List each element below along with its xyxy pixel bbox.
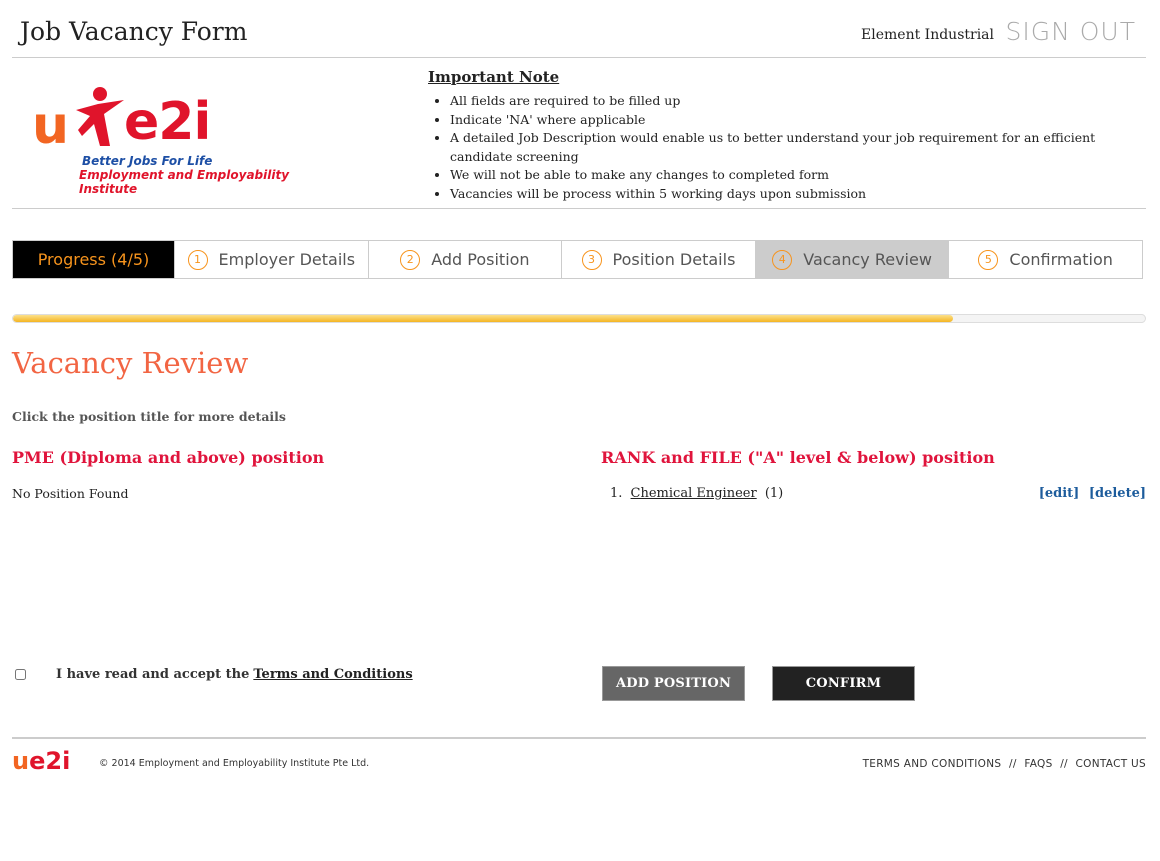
copyright-text: © 2014 Employment and Employability Inst… — [99, 758, 370, 769]
footer-terms-link[interactable]: TERMS AND CONDITIONS — [863, 758, 1002, 770]
note-item: A detailed Job Description would enable … — [450, 129, 1145, 166]
note-item: We will not be able to make any changes … — [450, 166, 1145, 185]
instruction-text: Click the position title for more detail… — [12, 409, 286, 424]
important-note: Important Note All fields are required t… — [425, 68, 1145, 204]
sign-out-link[interactable]: SIGN OUT — [1005, 17, 1136, 46]
progress-label: Progress (4/5) — [13, 241, 174, 278]
add-position-button[interactable]: ADD POSITION — [602, 666, 745, 701]
tab-label: Add Position — [431, 250, 530, 269]
list-item: 1. Chemical Engineer (1) — [610, 486, 783, 501]
terms-checkbox[interactable] — [15, 669, 26, 680]
note-title: Important Note — [428, 68, 560, 86]
page-header: Job Vacancy Form Element Industrial SIGN… — [12, 0, 1146, 58]
footer-contact-link[interactable]: CONTACT US — [1076, 758, 1146, 770]
tab-label: Vacancy Review — [803, 250, 932, 269]
tab-employer-details[interactable]: 1 Employer Details — [174, 241, 368, 278]
pme-empty-text: No Position Found — [12, 486, 129, 501]
tab-label: Employer Details — [218, 250, 356, 269]
pme-section-title: PME (Diploma and above) position — [12, 448, 325, 467]
terms-row: I have read and accept the Terms and Con… — [15, 667, 413, 682]
page-footer: ue2i © 2014 Employment and Employability… — [12, 737, 1146, 787]
section-title: Vacancy Review — [12, 346, 249, 380]
progress-bar — [12, 314, 1146, 323]
delete-link[interactable]: [delete] — [1089, 486, 1146, 501]
rank-section-title: RANK and FILE ("A" level & below) positi… — [601, 448, 995, 467]
step-number-icon: 4 — [772, 249, 793, 270]
progress-bar-fill — [13, 315, 953, 322]
company-name: Element Industrial — [861, 27, 994, 43]
terms-text: I have read and accept the — [56, 667, 250, 682]
footer-faqs-link[interactable]: FAQS — [1024, 758, 1052, 770]
note-list: All fields are required to be filled up … — [425, 92, 1145, 204]
position-count: (1) — [764, 486, 784, 501]
tab-add-position[interactable]: 2 Add Position — [367, 241, 562, 278]
logo-org-name: Employment and Employability Institute — [79, 168, 290, 196]
position-actions: [edit] [delete] — [1034, 486, 1146, 501]
step-number-icon: 3 — [581, 249, 602, 270]
position-number: 1. — [610, 486, 623, 501]
step-number-icon: 5 — [978, 249, 999, 270]
note-item: All fields are required to be filled up — [450, 92, 1145, 111]
footer-logo-u: u — [12, 747, 30, 775]
progress-tabs: Progress (4/5) 1 Employer Details 2 Add … — [12, 240, 1143, 279]
footer-separator: // — [1060, 758, 1068, 770]
page-title: Job Vacancy Form — [20, 17, 248, 46]
tab-label: Position Details — [612, 250, 736, 269]
tab-position-details[interactable]: 3 Position Details — [561, 241, 755, 278]
step-number-icon: 1 — [187, 249, 208, 270]
tab-confirmation[interactable]: 5 Confirmation — [948, 241, 1142, 278]
e2i-logo: u e2i Better Jobs For Life Employment an… — [32, 86, 322, 196]
edit-link[interactable]: [edit] — [1039, 486, 1080, 501]
note-item: Indicate 'NA' where applicable — [450, 111, 1145, 130]
footer-links: TERMS AND CONDITIONS // FAQS // CONTACT … — [863, 758, 1146, 770]
step-number-icon: 2 — [400, 249, 421, 270]
tab-vacancy-review[interactable]: 4 Vacancy Review — [754, 241, 949, 278]
position-title-link[interactable]: Chemical Engineer — [631, 486, 757, 501]
tab-label: Confirmation — [1009, 250, 1113, 269]
logo-e2i-text: e2i — [124, 92, 211, 152]
note-item: Vacancies will be process within 5 worki… — [450, 185, 1145, 204]
footer-logo: ue2i — [12, 747, 70, 775]
logo-tagline: Better Jobs For Life — [82, 154, 213, 168]
terms-link[interactable]: Terms and Conditions — [253, 667, 412, 682]
intro-section: u e2i Better Jobs For Life Employment an… — [12, 58, 1146, 209]
footer-logo-e2i: e2i — [29, 747, 71, 775]
person-icon — [76, 87, 124, 146]
footer-separator: // — [1009, 758, 1017, 770]
confirm-button[interactable]: CONFIRM — [772, 666, 915, 701]
logo-u-letter: u — [32, 96, 70, 156]
